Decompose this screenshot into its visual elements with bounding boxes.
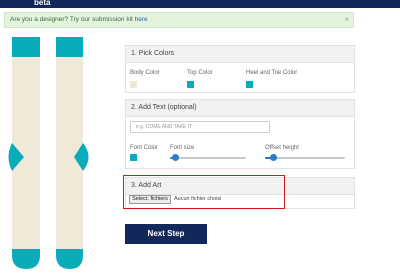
top-color-swatch[interactable] bbox=[187, 81, 194, 88]
beta-label: beta bbox=[34, 0, 51, 7]
next-step-button[interactable]: Next Step bbox=[125, 224, 207, 244]
close-icon[interactable]: × bbox=[344, 13, 349, 27]
text-input[interactable]: e.g. COME AND TAKE IT bbox=[130, 121, 270, 133]
font-color-label: Font Color bbox=[130, 145, 159, 151]
font-size-slider[interactable] bbox=[170, 154, 246, 161]
select-files-button[interactable]: Select. fichiers bbox=[129, 195, 171, 204]
sock-toe-left bbox=[12, 249, 40, 269]
offset-height-label: Offset height bbox=[265, 145, 299, 151]
body-color-label: Body Color bbox=[130, 70, 160, 76]
heel-toe-color-label: Heel and Toe Color bbox=[246, 70, 298, 76]
sock-preview-right bbox=[56, 37, 89, 269]
top-nav-bar bbox=[0, 0, 400, 8]
font-size-slider-thumb[interactable] bbox=[172, 154, 179, 161]
pick-colors-panel: 1. Pick Colors bbox=[125, 45, 355, 93]
add-text-title: 2. Add Text (optional) bbox=[126, 100, 354, 117]
submission-kit-link[interactable]: here bbox=[135, 16, 148, 23]
notice-text: Are you a designer? Try our submission k… bbox=[10, 16, 133, 23]
sock-top-band-left bbox=[12, 37, 40, 57]
pick-colors-title: 1. Pick Colors bbox=[126, 46, 354, 63]
sock-toe-right bbox=[56, 249, 83, 269]
font-color-swatch[interactable] bbox=[130, 154, 137, 161]
offset-height-slider-thumb[interactable] bbox=[270, 154, 277, 161]
heel-toe-color-swatch[interactable] bbox=[246, 81, 253, 88]
offset-height-slider[interactable] bbox=[265, 154, 345, 161]
designer-notice: Are you a designer? Try our submission k… bbox=[4, 12, 354, 28]
font-size-label: Font size bbox=[170, 145, 195, 151]
no-file-chosen-text: Aucun fichier choisi bbox=[174, 196, 222, 202]
sock-preview-left bbox=[8, 37, 40, 269]
body-color-swatch[interactable] bbox=[130, 81, 137, 88]
top-color-label: Top Color bbox=[187, 70, 213, 76]
sock-top-band-right bbox=[56, 37, 83, 57]
